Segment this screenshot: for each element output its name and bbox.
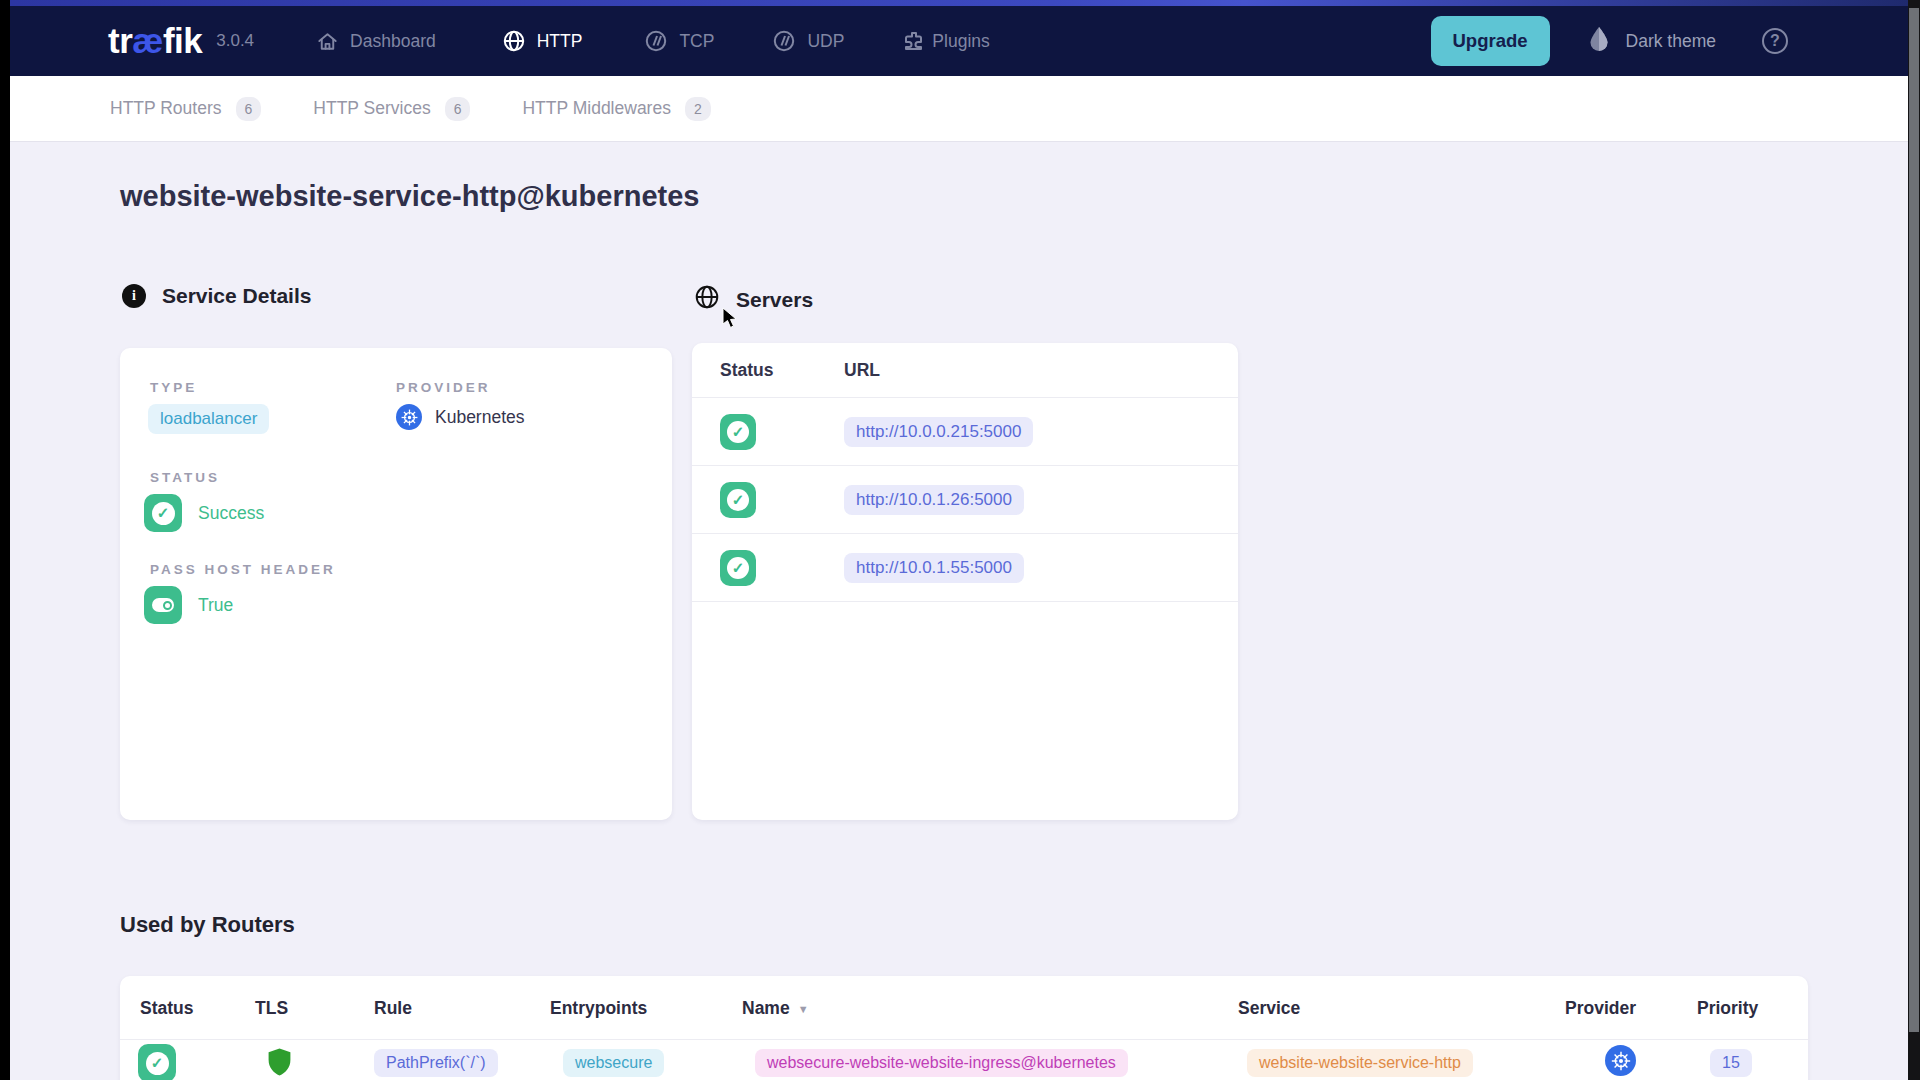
mouse-cursor (722, 308, 740, 334)
home-icon (316, 30, 339, 53)
servers-header: Servers (694, 284, 813, 315)
router-rule-chip: PathPrefix(`/`) (374, 1049, 498, 1077)
kubernetes-icon (396, 404, 422, 430)
router-entrypoints-chip: websecure (563, 1049, 664, 1077)
servers-table-header: Status URL (692, 343, 1238, 398)
tab-http-middlewares[interactable]: HTTP Middlewares 2 (522, 97, 710, 121)
routers-count-badge: 6 (236, 97, 262, 121)
router-name-chip: websecure-website-website-ingress@kubern… (755, 1049, 1128, 1077)
pass-host-header-label: PASS HOST HEADER (150, 562, 336, 577)
servers-card: Status URL ✓ http://10.0.0.215:5000 ✓ ht… (692, 343, 1238, 820)
server-status-icon: ✓ (720, 550, 756, 586)
router-status-icon: ✓ (138, 1044, 176, 1080)
router-service-chip: website-website-service-http (1247, 1049, 1473, 1077)
scrollbar[interactable] (1908, 0, 1920, 1080)
server-row[interactable]: ✓ http://10.0.0.215:5000 (692, 398, 1238, 466)
toggle-on-icon (144, 586, 182, 624)
nav-item-tcp[interactable]: TCP (644, 29, 714, 53)
service-details-header: i Service Details (122, 284, 311, 308)
server-status-icon: ✓ (720, 482, 756, 518)
app: træfik 3.0.4 Dashboard HTTP TCP UDP Plug… (10, 0, 1908, 1080)
tcp-icon (644, 29, 668, 53)
nav-item-udp[interactable]: UDP (772, 29, 844, 53)
nav-item-http[interactable]: HTTP (502, 29, 583, 53)
services-count-badge: 6 (445, 97, 471, 121)
help-icon[interactable]: ? (1762, 28, 1788, 54)
used-by-routers-heading: Used by Routers (120, 912, 295, 938)
router-row[interactable]: ✓ PathPrefix(`/`) websecure websecure-we… (120, 1040, 1808, 1080)
window-left-edge (0, 0, 10, 1080)
server-row[interactable]: ✓ http://10.0.1.55:5000 (692, 534, 1238, 602)
subnav: HTTP Routers 6 HTTP Services 6 HTTP Midd… (10, 76, 1908, 142)
nav-item-dashboard[interactable]: Dashboard (316, 30, 436, 53)
info-icon: i (122, 284, 146, 308)
contrast-droplet-icon (1588, 26, 1610, 57)
kubernetes-icon (1605, 1045, 1636, 1076)
udp-icon (772, 29, 796, 53)
globe-icon (502, 29, 526, 53)
status-label: STATUS (150, 470, 220, 485)
tab-http-routers[interactable]: HTTP Routers 6 (110, 97, 261, 121)
status-value: ✓ Success (144, 494, 264, 532)
type-value-chip: loadbalancer (148, 404, 269, 434)
middlewares-count-badge: 2 (685, 97, 711, 121)
pass-host-header-value: True (144, 586, 233, 624)
provider-label: PROVIDER (396, 380, 491, 395)
sort-caret-icon: ▼ (798, 1003, 809, 1015)
success-check-icon: ✓ (144, 494, 182, 532)
version-label: 3.0.4 (216, 31, 254, 51)
type-label: TYPE (150, 380, 197, 395)
navbar-right: Upgrade Dark theme ? (1431, 16, 1789, 66)
server-url[interactable]: http://10.0.1.55:5000 (844, 553, 1024, 583)
upgrade-button[interactable]: Upgrade (1431, 16, 1550, 66)
provider-value: Kubernetes (396, 404, 525, 430)
service-details-card: TYPE loadbalancer PROVIDER Kubernetes ST… (120, 348, 672, 820)
server-status-icon: ✓ (720, 414, 756, 450)
dark-theme-toggle[interactable]: Dark theme (1588, 26, 1716, 57)
server-url[interactable]: http://10.0.1.26:5000 (844, 485, 1024, 515)
tab-http-services[interactable]: HTTP Services 6 (313, 97, 470, 121)
name-column-header[interactable]: Name▼ (742, 998, 809, 1019)
traefik-logo[interactable]: træfik (108, 21, 202, 61)
scrollbar-thumb[interactable] (1909, 8, 1919, 1032)
used-by-routers-card: Status TLS Rule Entrypoints Name▼ Servic… (120, 976, 1808, 1080)
page-title: website-website-service-http@kubernetes (120, 180, 699, 213)
server-url[interactable]: http://10.0.0.215:5000 (844, 417, 1033, 447)
plugins-icon (902, 29, 926, 53)
tls-shield-icon (266, 1047, 293, 1080)
globe-icon (694, 284, 720, 315)
routers-table-header: Status TLS Rule Entrypoints Name▼ Servic… (120, 976, 1808, 1040)
router-priority-chip: 15 (1710, 1049, 1752, 1077)
server-row[interactable]: ✓ http://10.0.1.26:5000 (692, 466, 1238, 534)
top-navbar: træfik 3.0.4 Dashboard HTTP TCP UDP Plug… (10, 6, 1908, 76)
nav-item-plugins[interactable]: Plugins (902, 29, 989, 53)
